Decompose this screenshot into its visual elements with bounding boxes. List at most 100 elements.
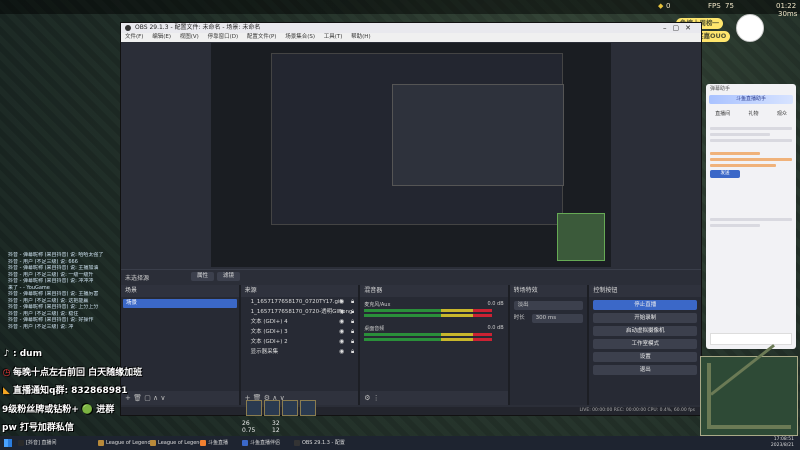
eye-icon[interactable]: ◉ [339,337,344,347]
app-icon [242,440,248,446]
menu-profile[interactable]: 配置文件(P) [247,34,277,40]
message-highlight [710,158,792,161]
message-highlight [710,152,760,155]
app-icon [294,440,300,446]
taskbar-app[interactable]: [抖音] 直播间 [16,438,61,448]
source-item[interactable]: 显示器采集 ◉ 🔒︎ [241,347,359,357]
lock-icon[interactable]: 🔒︎ [351,337,354,347]
transition-duration[interactable]: 时长 300 ms [514,314,584,323]
lock-icon[interactable]: 🔒︎ [351,307,354,317]
mixer-toolbar[interactable]: ⚙ ⋮ [360,391,508,405]
app-icon [200,440,206,446]
virtual-camera-button[interactable]: 启动虚拟摄像机 [593,326,698,336]
obs-title-text: OBS 29.1.3 - 配置文件: 未命名 - 场景: 未命名 [135,24,261,31]
taskbar-app[interactable]: 斗鱼直播 [198,438,232,448]
app-label: [抖音] 直播间 [26,440,57,446]
mixer-channel-desktop[interactable]: 桌面音频 0.0 dB [364,325,504,345]
sources-title: 来源 [240,285,359,297]
settings-button[interactable]: 设置 [593,352,698,362]
channel-name: 麦克风/Aux [364,302,391,308]
game-top-hud: ◆ 0 FPS 75 30ms 01:22 [0,0,800,18]
eye-icon[interactable]: ◉ [339,297,344,307]
duration-label: 时长 [513,315,525,321]
chat-line: 抖音 - 弹幕昵称 (来自抖音) 说: 哈哈太强了 [8,252,104,258]
overlay-line: ◷ 每晚十点左右前回 白天随缘加班 [2,364,143,383]
menu-scene-collection[interactable]: 场景集合(S) [285,34,315,40]
chat-input[interactable] [710,333,792,345]
channel-db: 0.0 dB [487,325,504,331]
window-controls[interactable]: –▢✕ [663,23,697,33]
taskbar-app[interactable]: 斗鱼直播伴侣 [240,438,284,448]
studio-mode-button[interactable]: 工作室模式 [593,339,698,349]
filters-button[interactable]: 滤镜 [217,272,241,281]
ability-e-icon [282,400,298,416]
minimap-lane [707,425,791,429]
menu-file[interactable]: 文件(F) [125,34,143,40]
tiktok-icon: ♪ [3,349,10,359]
source-label: 显示器采集 [250,349,279,355]
source-label: 文本 (GDI+) 2 [250,339,288,345]
message-highlight [710,164,776,167]
game-minimap[interactable] [700,344,798,436]
panel-tabs: 直播间 礼物 观众 [706,110,796,117]
taskbar-app[interactable]: OBS 29.1.3 - 配置 [292,438,349,448]
ability-q-icon [246,400,262,416]
transitions-title: 转场特效 [509,285,588,297]
obs-docks: 场景 场景 + 🗑 ▢ ∧ ∨ 来源 1_1657177658170_0720T… [121,285,702,405]
menu-edit[interactable]: 编辑(E) [152,34,171,40]
menu-help[interactable]: 帮助(H) [351,34,370,40]
clock-date: 2023/8/21 [770,443,794,448]
overlay-text: pw 打号加群私信 [2,423,74,433]
source-toolbar: 未选择源 属性 滤镜 [121,269,701,284]
overlay-text: 直播通知q群: 832868981 [13,386,128,396]
source-label: 1_1657177658170_0720-透明GIF.png [250,309,353,315]
source-item[interactable]: 文本 (GDI+) 2 ◉ 🔒︎ [241,337,359,347]
obs-preview[interactable] [211,43,611,267]
preview-minimap [557,213,605,261]
controls-title: 控制按钮 [589,285,702,297]
tab-audience[interactable]: 观众 [777,110,787,117]
tab-gifts[interactable]: 礼物 [748,110,758,117]
channel-name: 桌面音频 [364,326,385,332]
transition-type-value: 淡出 [513,301,584,310]
start-recording-button[interactable]: 开始录制 [593,313,698,323]
overlay-text: 每晚十点左右前回 白天随缘加班 [13,367,143,378]
overlay-line: ♪: dum [2,345,142,364]
stop-streaming-button[interactable]: 停止直播 [593,300,698,310]
source-item[interactable]: 文本 (GDI+) 3 ◉ 🔒︎ [241,327,359,337]
sources-dock: 来源 1_1657177658170_0720TY17.gif ◉ 🔒︎ 1_165… [240,285,361,405]
lock-icon[interactable]: 🔒︎ [351,347,354,357]
obs-window: OBS 29.1.3 - 配置文件: 未命名 - 场景: 未命名 –▢✕ 文件(… [120,22,702,416]
properties-button[interactable]: 属性 [191,272,215,281]
source-item[interactable]: 1_1657177658170_0720-透明GIF.png ◉ 🔒︎ [241,307,359,317]
lock-icon[interactable]: 🔒︎ [351,317,354,327]
source-label: 文本 (GDI+) 3 [250,329,288,335]
menu-tools[interactable]: 工具(T) [324,34,343,40]
menu-docks[interactable]: 停靠窗口(D) [208,34,239,40]
lock-icon[interactable]: 🔒︎ [351,327,354,337]
eye-icon[interactable]: ◉ [339,317,344,327]
scene-item[interactable]: 场景 [123,299,237,308]
taskbar-clock[interactable]: 17:08:51 2023/8/21 [771,437,794,449]
game-clock: 01:22 [776,2,797,10]
eye-icon[interactable]: ◉ [339,307,344,317]
overlay-line: 9级粉丝牌或钻粉+ 🟢 进群 [2,401,142,420]
eye-icon[interactable]: ◉ [339,327,344,337]
mixer-channel-mic[interactable]: 麦克风/Aux 0.0 dB [364,301,504,321]
exit-button[interactable]: 退出 [593,365,698,375]
source-item[interactable]: 1_1657177658170_0720TY17.gif ◉ 🔒︎ [241,297,359,307]
lock-icon[interactable]: 🔒︎ [351,297,354,307]
source-item[interactable]: 文本 (GDI+) 4 ◉ 🔒︎ [241,317,359,327]
menu-view[interactable]: 视图(V) [180,34,199,40]
start-menu-icon[interactable] [4,439,12,447]
eye-icon[interactable]: ◉ [339,347,344,357]
message-placeholder [710,127,792,130]
message-placeholder [710,218,792,221]
tab-live-room[interactable]: 直播间 [715,110,730,117]
send-button[interactable]: 发送 [710,170,740,178]
transition-type-select[interactable]: 淡出 [513,301,584,310]
panel-banner[interactable]: 斗鱼直播助手 [709,95,793,104]
stat-kda: 26 [242,420,250,427]
volume-meter [364,314,493,317]
game-ability-bar: 26 32 0.75 12 [236,398,346,434]
